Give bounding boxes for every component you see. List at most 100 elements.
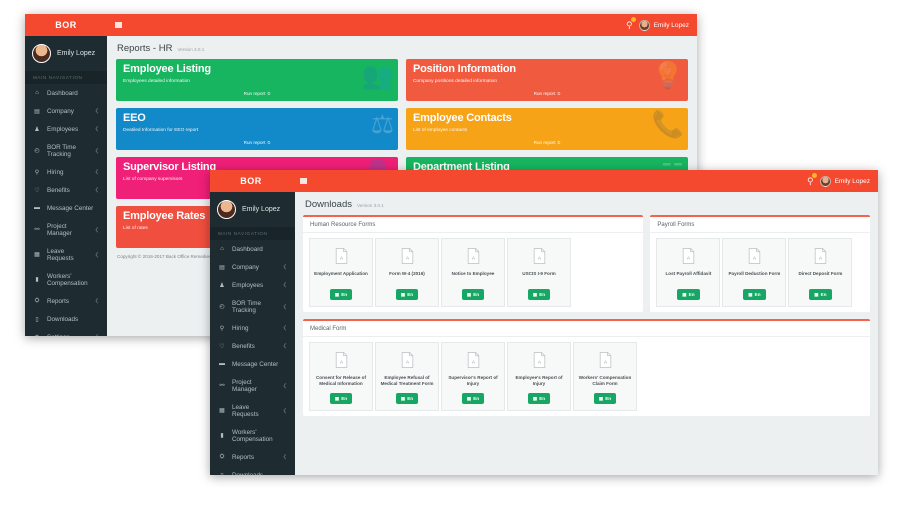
panel-medical-form: Medical Form A Consent for Release of Medi… — [303, 319, 870, 417]
panel-heading: Medical Form — [303, 321, 870, 337]
sidebar-item-benefits[interactable]: ♡ Benefits ❮ — [25, 181, 107, 199]
notification-badge — [811, 172, 817, 178]
sidebar-item-employees[interactable]: ♟ Employees ❮ — [210, 276, 295, 294]
chevron-right-icon: ❮ — [94, 126, 99, 132]
sidebar-item-message-center[interactable]: ▬ Message Center — [25, 199, 107, 217]
chevron-right-icon: ❮ — [94, 147, 99, 154]
report-card[interactable]: 📞 Employee Contacts List of employee conta… — [406, 108, 688, 150]
sidebar-item-settings[interactable]: ⚙ Settings ❮ — [25, 328, 107, 337]
file-card[interactable]: A Supervisor's Report of Injury ▦ En — [441, 342, 505, 412]
sidebar-item-workers-compensation[interactable]: ▮ Workers' Compensation — [210, 423, 295, 448]
download-en-button[interactable]: ▦ En — [743, 289, 766, 300]
sidebar-item-downloads[interactable]: ▯ Downloads — [25, 310, 107, 328]
sidebar-item-message-center[interactable]: ▬ Message Center — [210, 355, 295, 373]
file-card[interactable]: A Workers' Compensation Claim Form ▦ En — [573, 342, 637, 412]
download-icon: ▦ — [334, 291, 340, 297]
version-label: Version 3.0.1 — [177, 47, 205, 52]
file-card[interactable]: A Form W-4 (2016) ▦ En — [375, 238, 439, 307]
menu-item-icon: ♡ — [219, 343, 225, 350]
file-card[interactable]: A Employment Application ▦ En — [309, 238, 373, 307]
report-card-title: EEO — [123, 112, 146, 124]
sidebar-item-hiring[interactable]: ⚲ Hiring ❮ — [210, 319, 295, 337]
download-icon: ▦ — [400, 291, 406, 297]
report-card-subtitle: Company positions detailed information — [413, 78, 497, 84]
file-card[interactable]: A USCIS I-9 Form ▦ En — [507, 238, 571, 307]
hamburger-icon[interactable] — [107, 14, 129, 36]
download-icon: ▦ — [814, 291, 819, 297]
hamburger-icon[interactable] — [292, 170, 314, 192]
brand-logo[interactable]: BOR — [210, 170, 292, 192]
download-en-button[interactable]: ▦ En — [527, 393, 551, 405]
report-card-subtitle: Employees detailed information — [123, 78, 190, 84]
chevron-right-icon: ❮ — [282, 454, 287, 460]
sidebar-item-hiring[interactable]: ⚲ Hiring ❮ — [25, 163, 107, 181]
sidebar-item-dashboard[interactable]: ⌂ Dashboard — [210, 240, 295, 258]
run-report-label: Run report — [243, 140, 266, 145]
run-report-button[interactable]: Run report⦸ — [123, 91, 391, 96]
download-en-button[interactable]: ▦ En — [461, 393, 485, 405]
download-label: En — [754, 292, 761, 297]
menu-item-label: Employees — [232, 281, 264, 289]
file-card-grid: A Consent for Release of Medical Informat… — [303, 337, 870, 416]
run-report-button[interactable]: Run report⦸ — [413, 91, 681, 96]
file-card[interactable]: A Consent for Release of Medical Informat… — [309, 342, 373, 412]
sidebar-item-bor-time-tracking[interactable]: ◴ BOR Time Tracking ❮ — [25, 138, 107, 163]
sidebar-item-reports[interactable]: ⛭ Reports ❮ — [25, 292, 107, 310]
report-card[interactable]: ⚖ EEO Deatiled Information for EEO report R… — [116, 108, 398, 150]
file-card[interactable]: A Employee Refusal of Medical Treatment F… — [375, 342, 439, 412]
file-card[interactable]: A Lost Payroll Affidavit ▦ En — [656, 238, 721, 307]
report-card-title: Employee Contacts — [413, 112, 512, 124]
menu-item-label: Dashboard — [47, 89, 78, 97]
sidebar-item-leave-requests[interactable]: ▦ Leave Requests ❮ — [25, 242, 107, 267]
pdf-file-icon: A — [335, 352, 347, 368]
download-en-button[interactable]: ▦ En — [395, 393, 419, 405]
download-en-button[interactable]: ▦ En — [461, 289, 485, 300]
sidebar-item-dashboard[interactable]: ⌂ Dashboard — [25, 84, 107, 102]
file-card[interactable]: A Notice to Employee ▦ En — [441, 238, 505, 307]
sidebar-section-main: MAIN NAVIGATION — [210, 227, 295, 240]
download-en-button[interactable]: ▦ En — [593, 393, 617, 405]
bell-icon[interactable]: ⚲ — [807, 172, 817, 187]
brand-logo[interactable]: BOR — [25, 14, 107, 36]
download-en-button[interactable]: ▦ En — [329, 289, 353, 300]
file-name: USCIS I-9 Form — [522, 271, 556, 276]
sidebar-profile[interactable]: Emily Lopez — [210, 192, 295, 227]
sidebar-item-leave-requests[interactable]: ▦ Leave Requests ❮ — [210, 398, 295, 423]
sidebar-item-company[interactable]: ▤ Company ❮ — [25, 102, 107, 120]
user-menu[interactable]: Emily Lopez — [638, 19, 689, 31]
file-card[interactable]: A Payroll Deduction Form ▦ En — [722, 238, 787, 307]
menu-item-icon: ⌂ — [35, 90, 39, 96]
bell-icon[interactable]: ⚲ — [626, 16, 636, 31]
report-card[interactable]: 💡 Position Information Company positions d… — [406, 59, 688, 101]
sidebar-item-downloads[interactable]: ▯ Downloads — [210, 466, 295, 476]
menu-item-label: Benefits — [232, 342, 255, 350]
menu-item-label: Company — [232, 263, 259, 271]
download-label: En — [473, 292, 480, 297]
file-card[interactable]: A Direct Deposit Form ▦ En — [788, 238, 853, 307]
user-name: Emily Lopez — [653, 21, 689, 29]
sidebar-item-project-manager[interactable]: ⚯ Project Manager ❮ — [210, 373, 295, 398]
sidebar-item-employees[interactable]: ♟ Employees ❮ — [25, 120, 107, 138]
file-card[interactable]: A Employee's Report of Injury ▦ En — [507, 342, 571, 412]
report-card[interactable]: 👥 Employee Listing Employees detailed info… — [116, 59, 398, 101]
download-en-button[interactable]: ▦ En — [809, 289, 832, 300]
sidebar-item-benefits[interactable]: ♡ Benefits ❮ — [210, 337, 295, 355]
panel-human-resource-forms: Human Resource Forms A Employment Applicat… — [303, 215, 644, 319]
run-report-button[interactable]: Run report⦸ — [123, 140, 391, 145]
sidebar-item-workers-compensation[interactable]: ▮ Workers' Compensation — [25, 267, 107, 292]
download-en-button[interactable]: ▦ En — [395, 289, 419, 300]
sidebar-item-company[interactable]: ▤ Company ❮ — [210, 258, 295, 276]
user-menu[interactable]: Emily Lopez — [819, 175, 870, 187]
menu-item-label: Company — [47, 107, 74, 115]
download-en-button[interactable]: ▦ En — [677, 289, 700, 300]
download-en-button[interactable]: ▦ En — [527, 289, 551, 300]
menu-item-icon: ▯ — [218, 472, 226, 476]
run-report-button[interactable]: Run report⦸ — [413, 140, 681, 145]
sidebar-item-reports[interactable]: ⛭ Reports ❮ — [210, 448, 295, 466]
download-en-button[interactable]: ▦ En — [329, 393, 353, 405]
sidebar-item-project-manager[interactable]: ⚯ Project Manager ❮ — [25, 217, 107, 242]
chevron-right-icon: ❮ — [95, 334, 99, 336]
sidebar-profile[interactable]: Emily Lopez — [25, 36, 107, 71]
pdf-file-icon: A — [467, 248, 479, 264]
sidebar-item-bor-time-tracking[interactable]: ◴ BOR Time Tracking ❮ — [210, 294, 295, 319]
